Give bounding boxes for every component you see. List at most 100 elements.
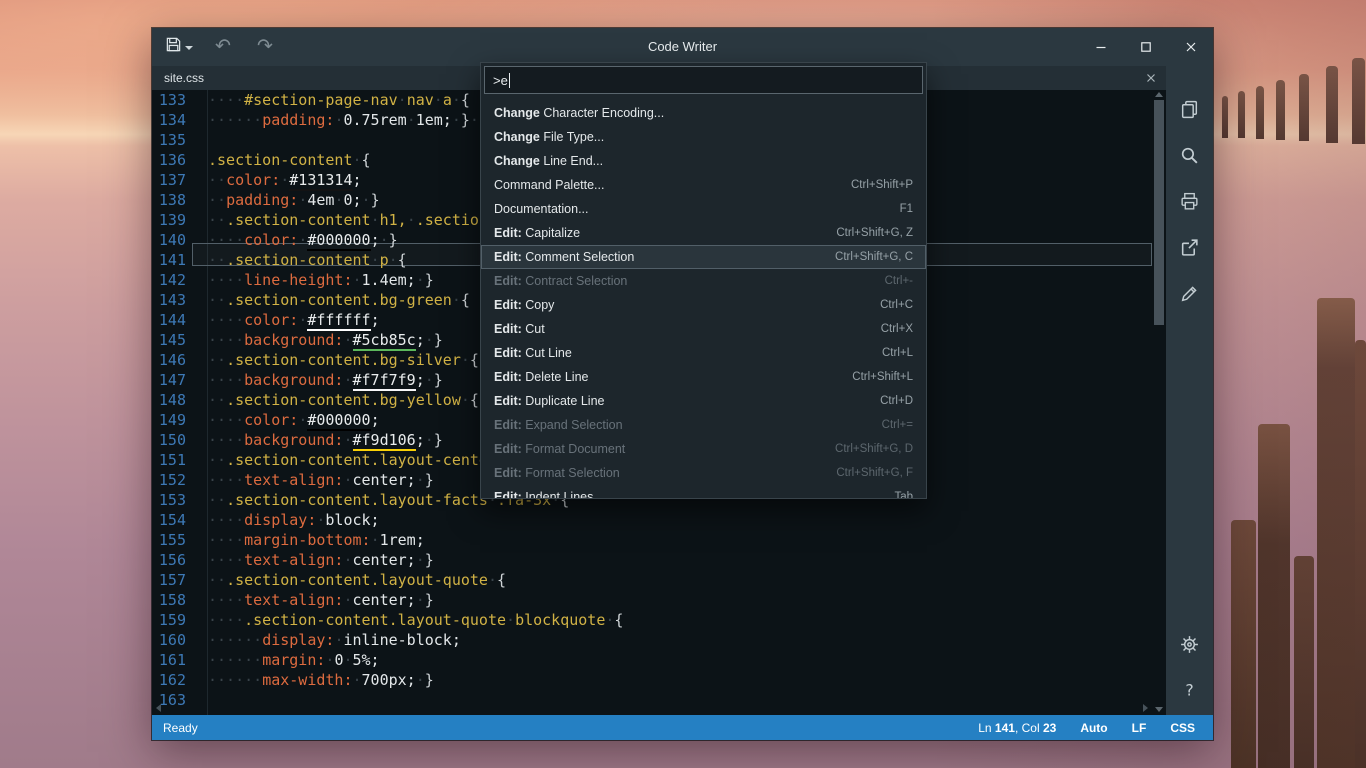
code-line[interactable]: 158····text-align:·center;·}	[152, 590, 1152, 610]
scroll-down-arrow[interactable]	[1155, 707, 1163, 712]
line-number: 152	[152, 470, 186, 490]
palette-item-label: Edit: Expand Selection	[494, 418, 623, 432]
palette-item[interactable]: Edit: Indent LinesTab	[481, 485, 926, 499]
wooden-post	[1231, 520, 1256, 768]
palette-item[interactable]: Edit: CutCtrl+X	[481, 317, 926, 341]
cursor-position[interactable]: Ln 141, Col 23	[978, 721, 1056, 735]
palette-item[interactable]: Documentation...F1	[481, 197, 926, 221]
line-number: 150	[152, 430, 186, 450]
minimize-button[interactable]	[1078, 28, 1123, 66]
code-text: ······display:·inline-block;	[186, 630, 461, 650]
code-line[interactable]: 157··.section-content.layout-quote·{	[152, 570, 1152, 590]
line-number: 139	[152, 210, 186, 230]
palette-item[interactable]: Edit: Format SelectionCtrl+Shift+G, F	[481, 461, 926, 485]
code-text: ····background:·#f7f7f9;·}	[186, 370, 443, 390]
right-sidebar: ?	[1166, 66, 1213, 715]
code-text: ····#section-page-nav·nav·a·{	[186, 90, 470, 110]
code-line[interactable]: 161······margin:·0·5%;	[152, 650, 1152, 670]
palette-item[interactable]: Command Palette...Ctrl+Shift+P	[481, 173, 926, 197]
palette-item-label: Change Character Encoding...	[494, 106, 664, 120]
code-text: ····text-align:·center;·}	[186, 470, 434, 490]
palette-item[interactable]: Edit: CapitalizeCtrl+Shift+G, Z	[481, 221, 926, 245]
scroll-up-arrow[interactable]	[1155, 92, 1163, 97]
close-icon	[1185, 41, 1197, 53]
palette-item[interactable]: Edit: Comment SelectionCtrl+Shift+G, C	[481, 245, 926, 269]
code-text: ····.section-content.layout-quote·blockq…	[186, 610, 623, 630]
line-number: 146	[152, 350, 186, 370]
palette-item[interactable]: Edit: Contract SelectionCtrl+-	[481, 269, 926, 293]
status-language[interactable]: CSS	[1170, 721, 1195, 735]
search-button[interactable]	[1175, 140, 1205, 170]
share-button[interactable]	[1175, 232, 1205, 262]
undo-button[interactable]: ↶	[208, 32, 238, 62]
code-line[interactable]: 159····.section-content.layout-quote·blo…	[152, 610, 1152, 630]
line-number: 141	[152, 250, 186, 270]
palette-item[interactable]: Edit: Delete LineCtrl+Shift+L	[481, 365, 926, 389]
code-text: ····margin-bottom:·1rem;	[186, 530, 425, 550]
code-text: ····color:·#ffffff;	[186, 310, 380, 330]
pages-button[interactable]	[1175, 94, 1205, 124]
status-line-ending[interactable]: LF	[1132, 721, 1147, 735]
line-number: 140	[152, 230, 186, 250]
titlebar: Code Writer ↶ ↷	[152, 28, 1213, 66]
undo-icon: ↶	[215, 32, 231, 62]
code-line[interactable]: 155····margin-bottom:·1rem;	[152, 530, 1152, 550]
palette-item[interactable]: Change File Type...	[481, 125, 926, 149]
statusbar: Ready Ln 141, Col 23 Auto LF CSS	[152, 715, 1213, 740]
scrollbar-thumb[interactable]	[1154, 100, 1164, 325]
palette-item-label: Edit: Indent Lines	[494, 490, 593, 499]
line-number: 156	[152, 550, 186, 570]
redo-button[interactable]: ↷	[250, 32, 280, 62]
palette-item[interactable]: Change Character Encoding...	[481, 101, 926, 125]
maximize-button[interactable]	[1123, 28, 1168, 66]
palette-input[interactable]: >e	[484, 66, 923, 94]
code-line[interactable]: 162······max-width:·700px;·}	[152, 670, 1152, 690]
code-text: ····display:·block;	[186, 510, 380, 530]
close-button[interactable]	[1168, 28, 1213, 66]
code-line[interactable]: 156····text-align:·center;·}	[152, 550, 1152, 570]
scroll-right-arrow[interactable]	[1143, 704, 1148, 712]
pencil-button[interactable]	[1175, 278, 1205, 308]
palette-item-shortcut: Ctrl+Shift+L	[832, 371, 913, 383]
line-number: 151	[152, 450, 186, 470]
settings-button[interactable]	[1175, 629, 1205, 659]
print-button[interactable]	[1175, 186, 1205, 216]
palette-item[interactable]: Edit: Format DocumentCtrl+Shift+G, D	[481, 437, 926, 461]
palette-item-label: Edit: Capitalize	[494, 226, 580, 240]
line-number: 160	[152, 630, 186, 650]
code-line[interactable]: 160······display:·inline-block;	[152, 630, 1152, 650]
line-number: 144	[152, 310, 186, 330]
palette-item[interactable]: Edit: CopyCtrl+C	[481, 293, 926, 317]
scroll-left-arrow[interactable]	[156, 704, 161, 712]
palette-item-label: Edit: Cut	[494, 322, 545, 336]
code-text: ··.section-content.bg-yellow·{	[186, 390, 479, 410]
palette-item-shortcut: Ctrl+Shift+G, D	[815, 443, 913, 455]
line-number: 162	[152, 670, 186, 690]
palette-item-label: Documentation...	[494, 202, 589, 216]
vertical-scrollbar[interactable]	[1152, 90, 1166, 715]
code-text: ··.section-content·p·{	[186, 250, 407, 270]
code-line[interactable]: 154····display:·block;	[152, 510, 1152, 530]
tab-close-button[interactable]	[1146, 66, 1156, 90]
palette-item[interactable]: Edit: Duplicate LineCtrl+D	[481, 389, 926, 413]
tab-site-css[interactable]: site.css	[152, 66, 216, 90]
palette-item[interactable]: Change Line End...	[481, 149, 926, 173]
code-text: ····text-align:·center;·}	[186, 550, 434, 570]
help-button[interactable]: ?	[1175, 675, 1205, 705]
code-text: ··.section-content.bg-green·{	[186, 290, 470, 310]
code-line[interactable]: 163	[152, 690, 1152, 710]
palette-item[interactable]: Edit: Expand SelectionCtrl+=	[481, 413, 926, 437]
settings-icon	[1179, 634, 1200, 655]
jetty-post	[1222, 96, 1228, 138]
palette-item[interactable]: Edit: Cut LineCtrl+L	[481, 341, 926, 365]
palette-item-shortcut: Ctrl+L	[862, 347, 913, 359]
code-text: ····color:·#000000;·}	[186, 230, 398, 250]
save-button[interactable]	[162, 32, 196, 62]
code-text: ······margin:·0·5%;	[186, 650, 380, 670]
status-auto[interactable]: Auto	[1080, 721, 1107, 735]
line-number: 138	[152, 190, 186, 210]
tab-close-icon	[1146, 73, 1156, 83]
text-cursor	[509, 73, 510, 88]
line-number: 157	[152, 570, 186, 590]
code-text: ··.section-content.bg-silver·{	[186, 350, 479, 370]
